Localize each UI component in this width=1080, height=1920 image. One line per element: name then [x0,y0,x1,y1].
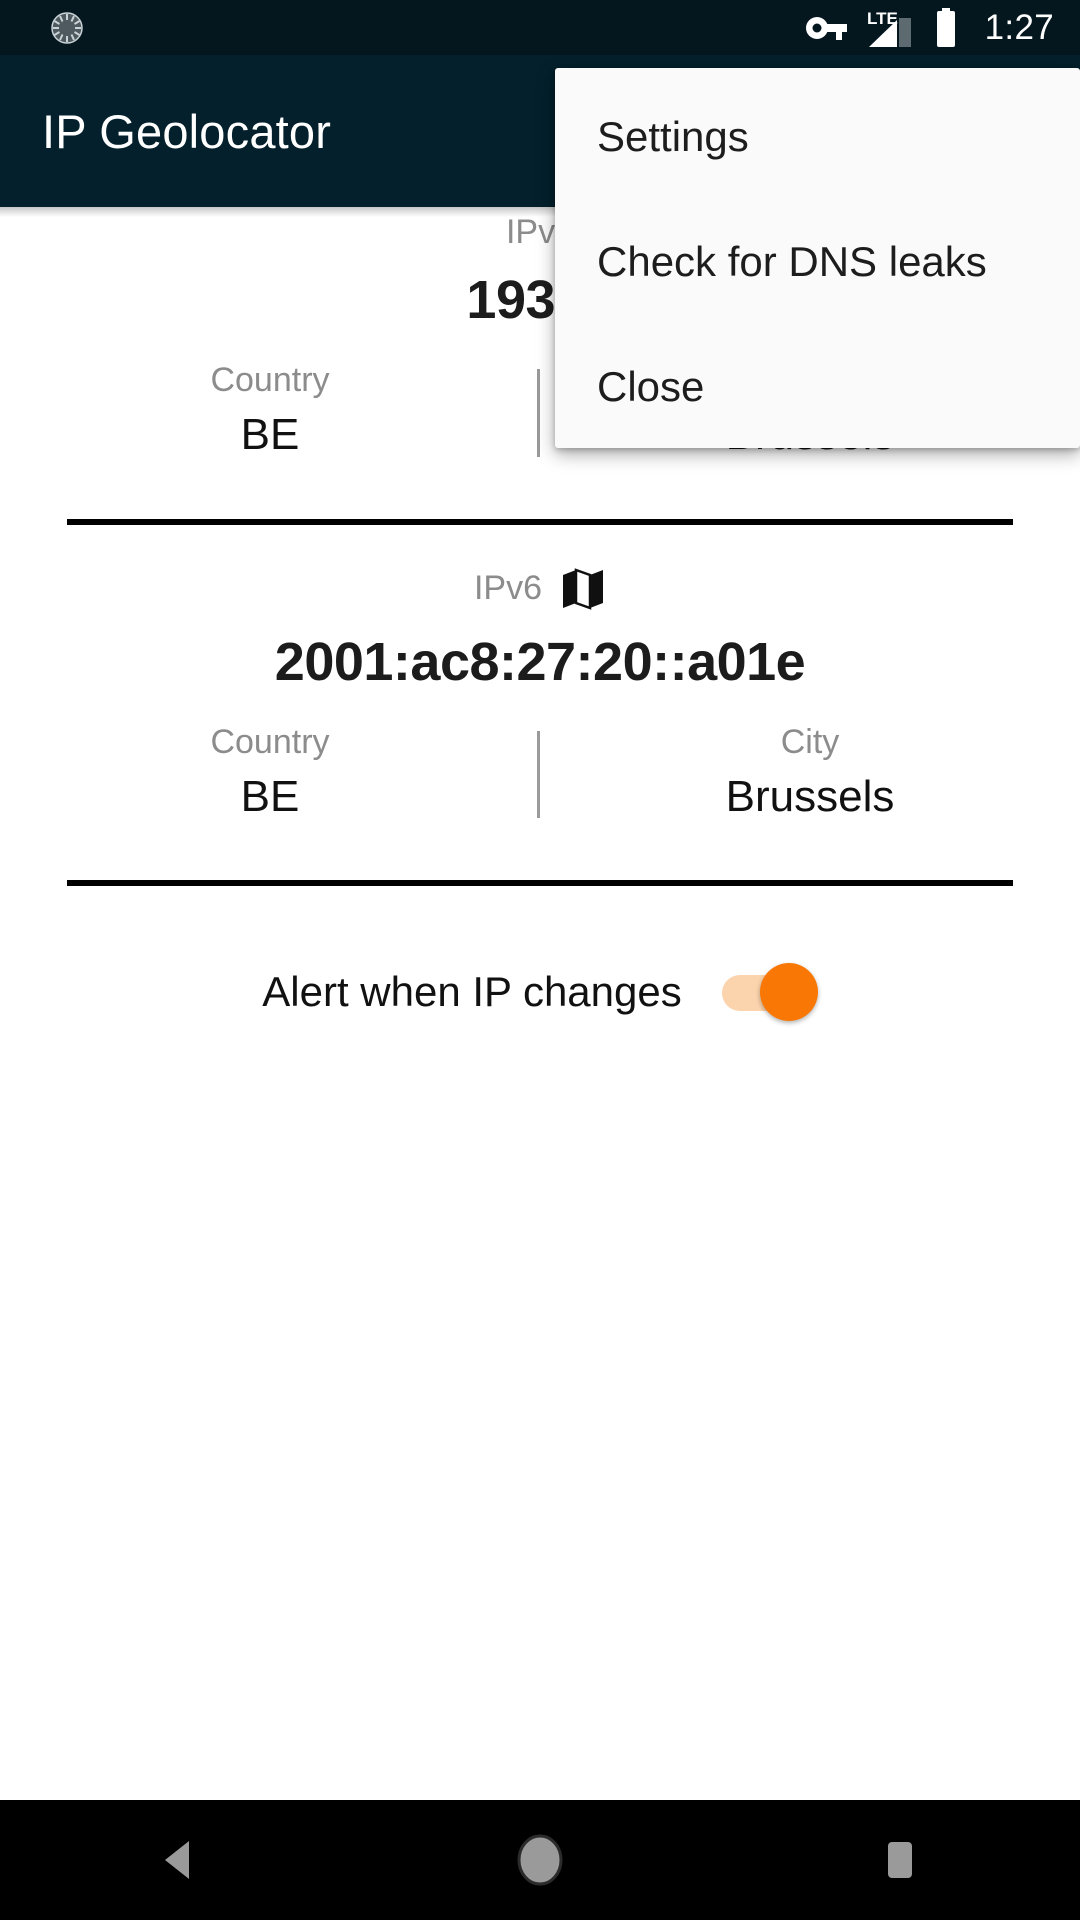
ipv6-label: IPv6 [473,568,543,607]
nav-recents-button[interactable] [720,1800,1080,1920]
system-navigation-bar [0,1800,1080,1920]
nav-back-button[interactable] [0,1800,360,1920]
menu-item-close[interactable]: Close [555,324,1080,449]
ipv6-block: IPv6 2001:ac8:27:20::a01e Country BE Cit… [0,565,1080,823]
ipv6-address[interactable]: 2001:ac8:27:20::a01e [0,631,1080,693]
vpn-key-icon [805,13,849,43]
alert-toggle-row[interactable]: Alert when IP changes [0,961,1080,1023]
ipv6-country-cell: Country BE [0,723,540,823]
ipv6-city-label: City [780,722,840,761]
switch-thumb [759,963,818,1022]
ipv6-city-cell: City Brussels [540,723,1080,823]
section-divider-2 [67,880,1013,887]
alert-toggle-label: Alert when IP changes [262,968,682,1016]
app-screen: LTE 1:27 IP Geolocator IPv4 193.9. Count… [0,0,1080,1920]
ipv6-city-value: Brussels [725,771,895,821]
alert-toggle-switch[interactable] [721,961,818,1023]
ipv6-country-label: Country [210,722,330,761]
lte-signal-icon: LTE [865,7,917,49]
ipv4-country-label: Country [210,361,330,399]
sync-progress-icon [50,11,84,45]
map-icon[interactable] [560,565,606,611]
ipv4-country-value: BE [240,410,300,460]
ipv4-country-cell: Country BE [0,361,540,461]
status-bar-right-icons: LTE 1:27 [805,7,1054,49]
ipv6-header: IPv6 [0,565,1080,611]
overflow-menu[interactable]: Settings Check for DNS leaks Close [555,68,1080,448]
menu-item-settings[interactable]: Settings [555,74,1080,199]
section-divider-1 [67,518,1013,525]
status-bar-clock: 1:27 [984,8,1054,47]
nav-home-button[interactable] [360,1800,720,1920]
menu-item-check-for-dns-leaks[interactable]: Check for DNS leaks [555,199,1080,324]
status-bar: LTE 1:27 [0,0,1080,55]
app-title: IP Geolocator [42,104,332,158]
status-bar-left-icons [50,11,84,45]
battery-full-icon [933,7,959,48]
ipv6-geo-row: Country BE City Brussels [0,723,1080,823]
ipv6-country-value: BE [240,771,300,821]
